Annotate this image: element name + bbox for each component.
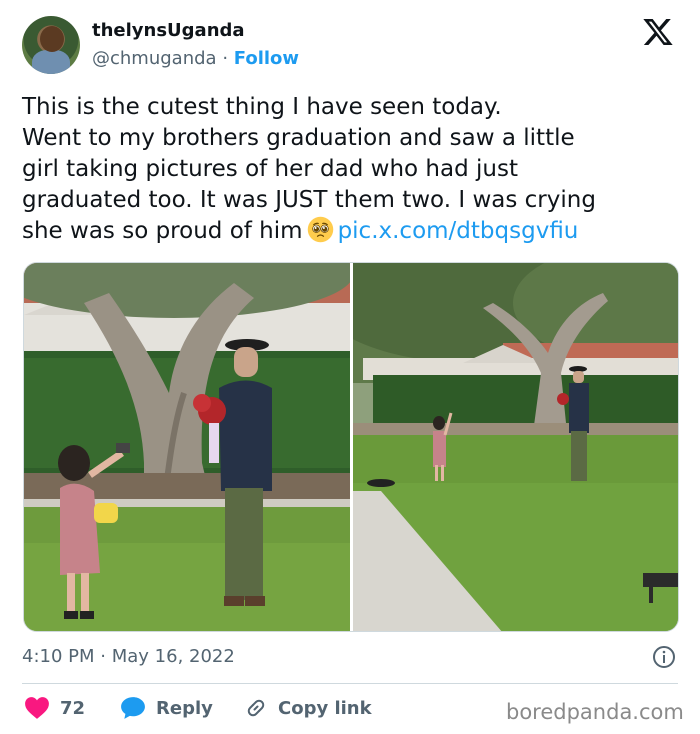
speech-bubble-icon — [121, 697, 145, 719]
copy-link-label: Copy link — [278, 697, 372, 719]
reply-button[interactable]: Reply — [120, 694, 213, 722]
avatar[interactable] — [22, 16, 80, 74]
link-icon — [247, 699, 265, 717]
tweet-line: Went to my brothers graduation and saw a… — [22, 125, 575, 151]
heart-icon — [25, 697, 49, 719]
follow-button[interactable]: Follow — [234, 48, 299, 69]
timestamp-separator: · — [100, 646, 106, 667]
tweet-line: graduated too. It was JUST them two. I w… — [22, 187, 596, 213]
tweet-card: thelynsUganda @chmuganda · Follow This i… — [0, 0, 700, 734]
tweet-line: she was so proud of him — [22, 218, 303, 244]
divider — [22, 683, 678, 684]
tweet-time: 4:10 PM — [22, 646, 95, 667]
x-logo-icon[interactable] — [642, 16, 674, 48]
tweet-media[interactable] — [23, 262, 679, 632]
like-count: 72 — [60, 697, 86, 719]
pleading-face-icon — [307, 216, 333, 243]
tweet-last-line: she was so proud of him pic.x.com/dtbqsgv… — [22, 216, 682, 247]
copy-link-button[interactable]: Copy link — [244, 694, 372, 722]
photo-left[interactable] — [24, 263, 350, 631]
like-button[interactable]: 72 — [24, 694, 85, 722]
tweet-line: This is the cutest thing I have seen tod… — [22, 94, 502, 120]
tweet-timestamp[interactable]: 4:10 PM · May 16, 2022 — [22, 646, 235, 667]
author-display-name[interactable]: thelynsUganda — [92, 20, 245, 41]
author-handle-row: @chmuganda · Follow — [92, 48, 299, 69]
tweet-date: May 16, 2022 — [111, 646, 235, 667]
tweet-text: This is the cutest thing I have seen tod… — [22, 92, 682, 247]
info-icon[interactable] — [652, 645, 676, 669]
reply-label: Reply — [156, 697, 213, 719]
tweet-media-link[interactable]: pic.x.com/dtbqsgvfiu — [338, 218, 579, 244]
photo-right[interactable] — [353, 263, 678, 631]
watermark: boredpanda.com — [506, 700, 684, 724]
author-handle[interactable]: @chmuganda — [92, 48, 217, 69]
handle-separator: · — [222, 48, 229, 69]
tweet-line: girl taking pictures of her dad who had … — [22, 156, 518, 182]
